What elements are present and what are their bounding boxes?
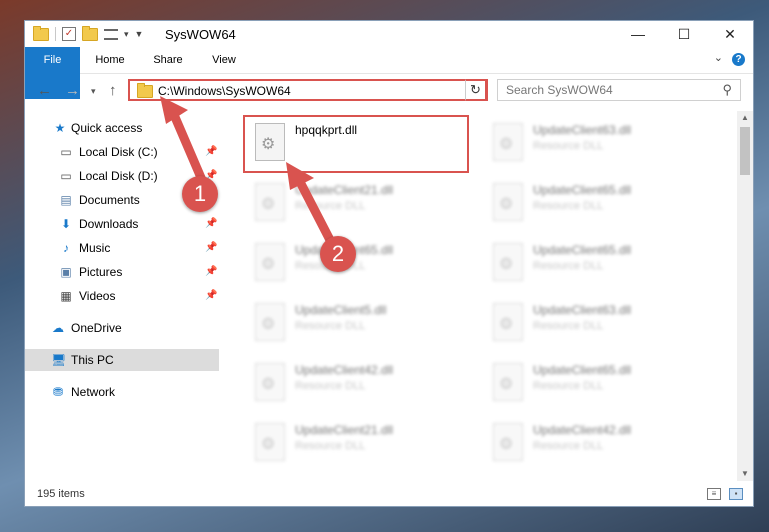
annotation-arrows (160, 96, 335, 245)
arrow-two-shaft (293, 173, 335, 245)
step-one-badge: 1 (182, 176, 218, 212)
step-two-badge: 2 (320, 236, 356, 272)
arrow-one-shaft (167, 105, 207, 185)
